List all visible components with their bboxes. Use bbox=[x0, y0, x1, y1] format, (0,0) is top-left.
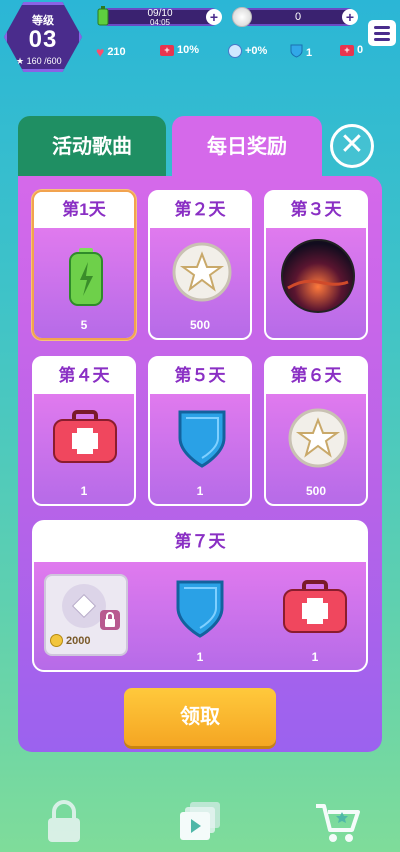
card-body: 1 bbox=[34, 394, 134, 504]
shield-icon bbox=[290, 44, 303, 61]
energy-icon bbox=[96, 6, 110, 26]
heart-icon: ♥ bbox=[96, 44, 105, 60]
xp-text: 160 /600 bbox=[26, 56, 62, 66]
shopping-cart-icon bbox=[316, 804, 360, 842]
time-text: 04:05 bbox=[149, 18, 171, 27]
medkit-icon: + bbox=[160, 44, 174, 56]
star-coin-icon bbox=[288, 408, 348, 473]
xp-progress: ★ 160 /600 bbox=[16, 56, 86, 67]
card-body: 500 bbox=[266, 394, 366, 504]
tab-daily-rewards[interactable]: 每日奖励 bbox=[172, 116, 322, 178]
day-label: 第４天 bbox=[34, 358, 134, 394]
claim-button[interactable]: 领取 bbox=[124, 688, 276, 746]
reward-qty: 1 bbox=[196, 484, 204, 498]
medkit-icon: + bbox=[340, 44, 354, 56]
video-cards-icon bbox=[180, 802, 220, 840]
shield-icon bbox=[176, 408, 228, 473]
day-card-7[interactable]: 第７天 2000 1 1 bbox=[32, 520, 368, 672]
level-value: 03 bbox=[28, 26, 58, 53]
day-card-1[interactable]: 第1天 5 bbox=[32, 190, 136, 340]
menu-icon-line bbox=[374, 25, 390, 29]
stat-health-value: 210 bbox=[107, 46, 126, 58]
stat-boost-value: +0% bbox=[245, 45, 268, 57]
stat-medkit-percent: + 10% bbox=[160, 44, 199, 56]
coin-icon bbox=[232, 7, 252, 27]
coin-icon bbox=[50, 634, 63, 647]
day-card-4[interactable]: 第４天 1 bbox=[32, 356, 136, 506]
lock-tab-button[interactable] bbox=[42, 800, 90, 844]
reward-qty: 1 bbox=[80, 484, 88, 498]
add-energy-button[interactable]: + bbox=[206, 9, 222, 25]
boost-icon bbox=[228, 44, 242, 58]
card-body: 5 bbox=[34, 228, 134, 338]
reward-qty: 500 bbox=[305, 484, 327, 498]
xp-icon: ★ bbox=[16, 56, 25, 66]
menu-icon-line bbox=[374, 37, 390, 41]
lock-icon bbox=[48, 800, 80, 842]
card-body: 2000 1 1 bbox=[34, 562, 366, 670]
day-label: 第３天 bbox=[266, 192, 366, 228]
day-card-6[interactable]: 第６天 500 bbox=[264, 356, 368, 506]
menu-button[interactable] bbox=[368, 20, 396, 46]
day-card-2[interactable]: 第２天 500 bbox=[148, 190, 252, 340]
day-label: 第２天 bbox=[150, 192, 250, 228]
stat-medkit: + 0 bbox=[340, 44, 363, 56]
day-label: 第５天 bbox=[150, 358, 250, 394]
card-body: 1 bbox=[150, 394, 250, 504]
stat-medkit-value: 10% bbox=[177, 44, 200, 56]
tab-active-songs[interactable]: 活动歌曲 bbox=[18, 116, 166, 178]
medkit-icon bbox=[282, 580, 348, 639]
add-coins-button[interactable]: + bbox=[342, 9, 358, 25]
star-coin-icon bbox=[172, 242, 232, 307]
stat-medkit-count: 0 bbox=[357, 44, 364, 56]
battery-icon bbox=[68, 248, 104, 311]
card-body bbox=[266, 228, 366, 338]
stat-shield-value: 1 bbox=[306, 46, 313, 59]
unlock-price-value: 2000 bbox=[66, 634, 91, 647]
menu-icon-line bbox=[374, 31, 390, 35]
stat-shield: 1 bbox=[290, 44, 312, 61]
unlock-price: 2000 bbox=[50, 634, 122, 647]
day-label: 第７天 bbox=[34, 522, 366, 562]
shop-tab-button[interactable] bbox=[312, 800, 360, 844]
stat-health: ♥ 210 bbox=[96, 44, 126, 60]
close-icon: ✕ bbox=[339, 128, 365, 161]
card-body: 500 bbox=[150, 228, 250, 338]
locked-album-icon: 2000 bbox=[44, 574, 128, 656]
video-tab-button[interactable] bbox=[178, 800, 226, 844]
reward-qty: 5 bbox=[80, 318, 88, 332]
shield-icon bbox=[174, 578, 226, 643]
lock-icon bbox=[100, 610, 120, 630]
reward-qty: 1 bbox=[196, 650, 204, 664]
day-card-3[interactable]: 第３天 bbox=[264, 190, 368, 340]
stat-boost: +0% bbox=[228, 44, 267, 58]
medkit-icon bbox=[52, 410, 118, 469]
reward-qty: 1 bbox=[311, 650, 319, 664]
reward-qty: 500 bbox=[189, 318, 211, 332]
album-cover-icon bbox=[280, 238, 356, 319]
coin-count: 0 bbox=[294, 11, 302, 23]
close-button[interactable]: ✕ bbox=[330, 124, 374, 168]
day-card-5[interactable]: 第５天 1 bbox=[148, 356, 252, 506]
day-label: 第1天 bbox=[34, 192, 134, 228]
day-label: 第６天 bbox=[266, 358, 366, 394]
